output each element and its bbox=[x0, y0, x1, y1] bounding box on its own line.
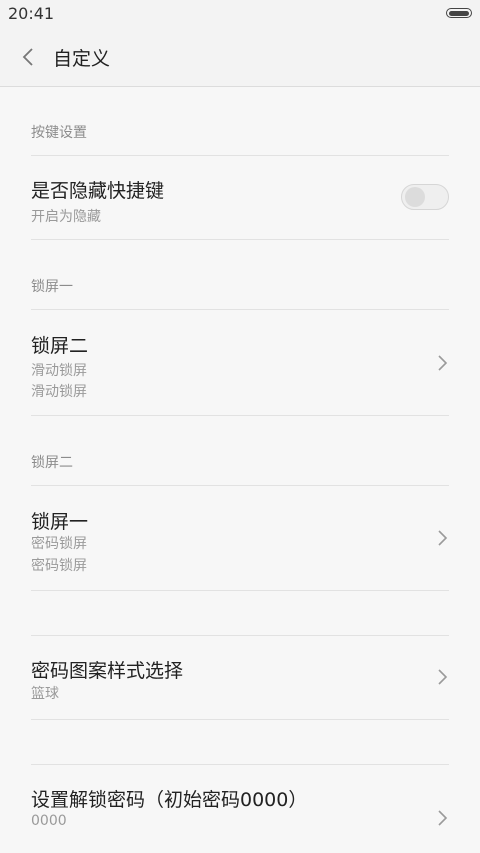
section-header-lock2: 锁屏二 bbox=[31, 416, 449, 486]
section-divider bbox=[31, 591, 449, 636]
chevron-right-icon bbox=[438, 810, 448, 826]
item-detail: 滑动锁屏 bbox=[31, 384, 87, 400]
item-subtitle: 开启为隐藏 bbox=[31, 209, 101, 225]
battery-fill bbox=[449, 10, 469, 16]
item-title: 设置解锁密码（初始密码0000） bbox=[31, 789, 308, 811]
item-subtitle: 滑动锁屏 bbox=[31, 363, 87, 379]
section-header-keys: 按键设置 bbox=[31, 86, 449, 156]
status-bar: 20:41 bbox=[0, 0, 480, 28]
set-password-row[interactable]: 设置解锁密码（初始密码0000） 0000 bbox=[31, 765, 449, 845]
chevron-right-icon bbox=[438, 669, 448, 685]
item-detail: 密码锁屏 bbox=[31, 558, 87, 574]
section-header-label: 按键设置 bbox=[31, 125, 87, 141]
lock-screen-one-row[interactable]: 锁屏一 密码锁屏 密码锁屏 bbox=[31, 486, 449, 591]
lock-screen-two-row[interactable]: 锁屏二 滑动锁屏 滑动锁屏 bbox=[31, 310, 449, 416]
section-header-label: 锁屏二 bbox=[31, 455, 73, 471]
app-bar: 自定义 bbox=[0, 28, 480, 87]
section-divider bbox=[31, 720, 449, 765]
toggle-knob bbox=[405, 187, 425, 207]
item-subtitle: 篮球 bbox=[31, 686, 59, 702]
item-title: 密码图案样式选择 bbox=[31, 660, 184, 682]
settings-list: 按键设置 是否隐藏快捷键 开启为隐藏 锁屏一 锁屏二 滑动锁屏 滑动锁屏 锁屏二… bbox=[31, 86, 449, 845]
item-title: 是否隐藏快捷键 bbox=[31, 180, 165, 202]
hide-shortcut-row[interactable]: 是否隐藏快捷键 开启为隐藏 bbox=[31, 156, 449, 240]
hide-shortcut-toggle[interactable] bbox=[401, 184, 449, 210]
pattern-style-row[interactable]: 密码图案样式选择 篮球 bbox=[31, 636, 449, 720]
section-header-lock1: 锁屏一 bbox=[31, 240, 449, 310]
battery-icon bbox=[446, 8, 472, 18]
back-button[interactable] bbox=[16, 40, 48, 74]
item-subtitle: 密码锁屏 bbox=[31, 536, 87, 552]
chevron-right-icon bbox=[438, 355, 448, 371]
item-title: 锁屏二 bbox=[31, 335, 89, 357]
section-header-label: 锁屏一 bbox=[31, 279, 73, 295]
chevron-right-icon bbox=[438, 530, 448, 546]
page-title: 自定义 bbox=[53, 48, 111, 70]
item-title: 锁屏一 bbox=[31, 511, 89, 533]
status-time: 20:41 bbox=[8, 4, 55, 23]
chevron-left-icon bbox=[22, 48, 33, 66]
item-subtitle: 0000 bbox=[31, 813, 67, 829]
